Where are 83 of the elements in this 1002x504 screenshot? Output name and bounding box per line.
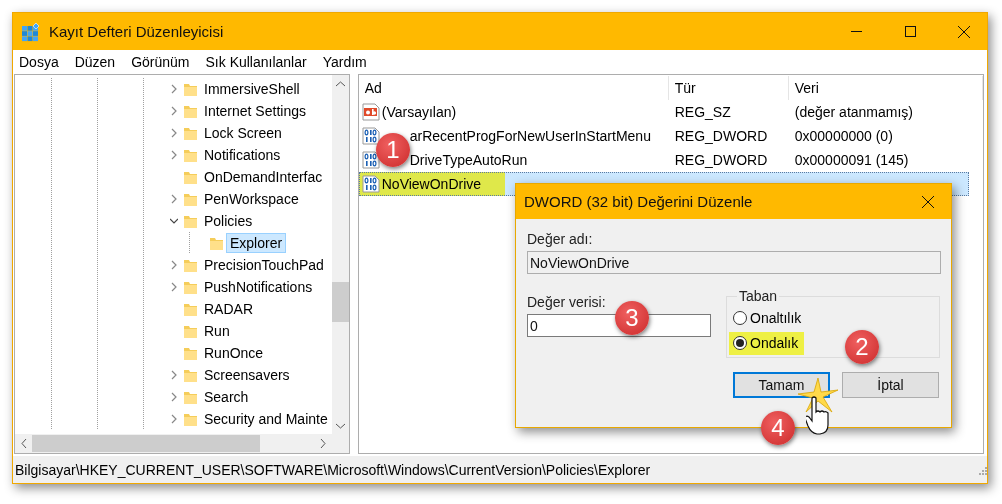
folder-icon <box>183 279 198 295</box>
scroll-left-icon[interactable] <box>20 439 27 448</box>
tree-item[interactable]: Security and Mainte <box>200 409 332 429</box>
folder-icon <box>183 169 198 185</box>
scrollbar-thumb[interactable] <box>32 435 260 452</box>
scroll-down-icon[interactable] <box>335 422 345 429</box>
folder-icon <box>183 125 198 141</box>
radio-button[interactable] <box>733 310 747 325</box>
field-label: Değer adı: <box>527 231 593 247</box>
column-header[interactable]: Ad <box>358 75 669 100</box>
scrollbar-thumb[interactable] <box>331 282 349 322</box>
scroll-right-icon[interactable] <box>320 439 327 448</box>
menu-item[interactable]: Dosya <box>19 53 59 70</box>
tree-item[interactable]: PrecisionTouchPad <box>200 255 328 275</box>
menu-item[interactable]: Düzen <box>74 53 116 70</box>
menu-item[interactable]: Yardım <box>322 53 367 70</box>
value-name: DriveTypeAutoRun <box>409 152 528 168</box>
value-name: arRecentProgForNewUserInStartMenu <box>409 128 651 144</box>
dialog-title: DWORD (32 bit) Değerini Düzenle <box>524 193 753 210</box>
tree-item[interactable]: Lock Screen <box>200 123 286 143</box>
value-type: REG_SZ <box>674 104 731 120</box>
value-type: REG_DWORD <box>674 128 768 144</box>
tree-item[interactable]: Internet Settings <box>200 101 310 121</box>
minimize-icon <box>850 30 862 33</box>
field-label: Değer verisi: <box>527 294 606 310</box>
value-data: 0x00000091 (145) <box>794 152 909 168</box>
registry-app-icon <box>21 21 41 42</box>
tree-item[interactable]: Policies <box>200 211 257 231</box>
value-name: NoViewOnDrive <box>381 176 482 192</box>
window-title: Kayıt Defteri Düzenleyicisi <box>49 23 225 40</box>
folder-icon <box>183 323 198 339</box>
binary-value-icon <box>361 175 380 193</box>
folder-icon <box>183 147 198 163</box>
folder-icon <box>183 81 198 97</box>
folder-icon <box>183 257 198 273</box>
hand-cursor-icon <box>806 396 830 436</box>
resize-grip-icon[interactable] <box>977 464 987 475</box>
binary-value-icon <box>361 127 380 145</box>
menu-item[interactable]: Sık Kullanılanlar <box>205 53 307 70</box>
tree-item[interactable]: Explorer <box>226 233 287 253</box>
value-name-field[interactable]: NoViewOnDrive <box>527 251 941 274</box>
radio-option[interactable]: Ondalık <box>729 331 805 355</box>
chevron-icon[interactable] <box>170 216 178 226</box>
scroll-up-icon[interactable] <box>335 80 345 87</box>
folder-icon <box>183 411 198 427</box>
folder-icon <box>183 389 198 405</box>
tree-item[interactable]: PenWorkspace <box>200 189 303 209</box>
radio-button[interactable] <box>733 336 747 351</box>
close-icon <box>922 195 934 208</box>
string-value-icon <box>361 103 380 121</box>
status-path: Bilgisayar\HKEY_CURRENT_USER\SOFTWARE\Microsoft\Windows\CurrentVersion\Policies\Explorer <box>15 461 651 478</box>
column-header[interactable]: Veri <box>788 75 983 100</box>
value-data: (değer atanmamış) <box>794 104 913 120</box>
maximize-icon <box>904 26 916 37</box>
tree-item[interactable]: Run <box>200 321 234 341</box>
close-icon <box>958 25 970 38</box>
dialog-button[interactable]: İptal <box>842 372 939 398</box>
horizontal-scrollbar[interactable] <box>15 434 349 453</box>
folder-icon <box>183 103 198 119</box>
tree-item[interactable]: RADAR <box>200 299 257 319</box>
group-label: Taban <box>738 288 779 304</box>
value-name: (Varsayılan) <box>381 104 457 120</box>
menu-item[interactable]: Görünüm <box>131 53 190 70</box>
tree-item[interactable]: Screensavers <box>200 365 294 385</box>
radio-option[interactable]: Onaltılık <box>729 306 808 330</box>
tree-item[interactable]: Search <box>200 387 253 407</box>
value-type: REG_DWORD <box>674 152 768 168</box>
folder-icon <box>209 235 224 251</box>
folder-icon <box>183 213 198 229</box>
folder-icon <box>183 191 198 207</box>
column-header[interactable]: Tür <box>668 75 789 100</box>
tree-item[interactable]: OnDemandInterfac <box>200 167 327 187</box>
folder-icon <box>183 367 198 383</box>
tree-item[interactable]: ImmersiveShell <box>200 79 304 99</box>
value-data: 0x00000000 (0) <box>794 128 893 144</box>
folder-icon <box>183 301 198 317</box>
tree-item[interactable]: PushNotifications <box>200 277 317 297</box>
folder-icon <box>183 345 198 361</box>
dialog-button[interactable]: Tamam <box>733 372 830 398</box>
tree-item[interactable]: RunOnce <box>200 343 268 363</box>
tree-item[interactable]: Notifications <box>200 145 285 165</box>
binary-value-icon <box>361 151 380 169</box>
vertical-scrollbar[interactable] <box>331 75 349 434</box>
